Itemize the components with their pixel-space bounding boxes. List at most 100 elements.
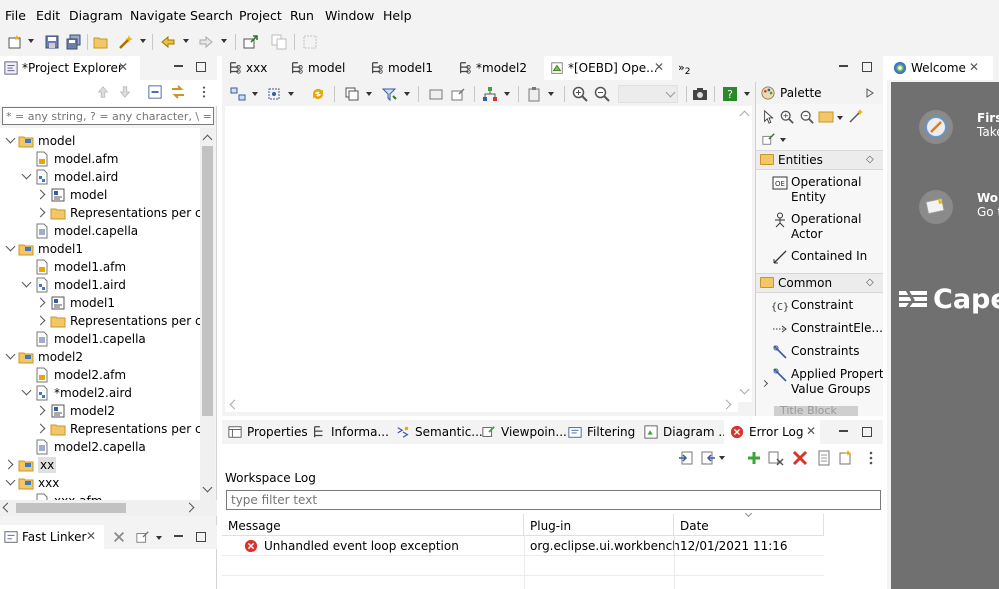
camera-icon[interactable] xyxy=(692,86,708,102)
dropdown-icon[interactable] xyxy=(404,92,410,96)
bottom-tab[interactable]: Error Log ✕ xyxy=(724,420,820,444)
link-with-editor-icon[interactable] xyxy=(170,84,186,100)
dropdown-icon[interactable] xyxy=(504,92,510,96)
close-icon[interactable]: ✕ xyxy=(86,530,98,542)
tree-scroll-thumb[interactable] xyxy=(202,146,213,416)
editor-tab[interactable]: model1 xyxy=(364,56,452,80)
dropdown-icon[interactable] xyxy=(744,92,750,96)
tree-item[interactable]: xxx xyxy=(0,474,200,492)
pin-dropdown-icon[interactable] xyxy=(780,138,786,142)
note-dropdown-icon[interactable] xyxy=(837,116,843,120)
tree-item[interactable]: Representations per cate xyxy=(0,312,200,330)
clear-icon[interactable] xyxy=(112,530,126,544)
minimize-icon[interactable] xyxy=(839,430,848,432)
bottom-tab[interactable]: Semantic... xyxy=(390,420,483,444)
minimize-icon[interactable] xyxy=(839,65,848,67)
tab-project-explorer[interactable]: *Project Explorer ✕ xyxy=(0,56,140,80)
tab-welcome[interactable]: Welcome ✕ xyxy=(887,56,993,80)
menu-project[interactable]: Project xyxy=(239,8,282,24)
scroll-down-icon[interactable] xyxy=(202,482,213,493)
view-menu-icon[interactable] xyxy=(200,85,208,99)
chevron-down-icon[interactable] xyxy=(5,133,16,144)
palette-tool-item[interactable]: Contained In xyxy=(756,247,883,267)
tree-item[interactable]: model.aird xyxy=(0,168,200,186)
menu-search[interactable]: Search xyxy=(190,8,233,24)
tree-item[interactable]: Representations per cate xyxy=(0,204,200,222)
zoom-out-tool-icon[interactable] xyxy=(800,110,814,124)
bottom-tab[interactable]: Properties xyxy=(222,420,308,444)
arrow-up-icon[interactable] xyxy=(96,85,110,99)
pin-element-icon[interactable] xyxy=(450,86,466,102)
tree-layout-icon[interactable] xyxy=(482,86,498,102)
chevron-right-icon[interactable] xyxy=(35,207,46,218)
dropdown-icon[interactable] xyxy=(548,92,554,96)
arrow-down-icon[interactable] xyxy=(118,85,132,99)
layer-icon[interactable] xyxy=(344,86,360,102)
back-dropdown-icon[interactable] xyxy=(183,39,189,43)
link-note-tool-icon[interactable] xyxy=(848,108,864,124)
pin-tool-icon[interactable] xyxy=(762,132,776,146)
scroll-left-icon[interactable] xyxy=(2,502,13,513)
note-tool-icon[interactable] xyxy=(818,110,834,124)
palette-tool-item[interactable]: Constraints xyxy=(756,342,883,362)
hide-icon[interactable] xyxy=(428,86,444,102)
zoom-out-icon[interactable] xyxy=(594,86,610,102)
tree-item[interactable]: xx xyxy=(0,456,200,474)
column-header[interactable]: Date xyxy=(674,509,824,536)
import-log-icon[interactable] xyxy=(700,450,716,466)
project-filter-input[interactable] xyxy=(2,107,214,125)
scroll-left-icon[interactable] xyxy=(229,399,240,410)
open-folder-icon[interactable] xyxy=(93,34,109,50)
add-icon[interactable] xyxy=(746,450,762,466)
scroll-right-icon[interactable] xyxy=(184,502,195,513)
tab-fast-linker[interactable]: Fast Linker ✕ xyxy=(0,525,104,549)
tree-item[interactable]: model1.aird xyxy=(0,276,200,294)
tree-item[interactable]: *model2.aird xyxy=(0,384,200,402)
collapse-all-icon[interactable] xyxy=(148,85,162,99)
zoom-combo[interactable] xyxy=(618,85,678,103)
palette-tool-item[interactable]: OE Operational Entity xyxy=(756,173,883,209)
view-menu-icon[interactable] xyxy=(867,450,875,466)
editor-tabs-overflow[interactable]: »2 xyxy=(678,60,690,80)
palette-tool-item[interactable]: Operational Actor xyxy=(756,210,883,246)
dropdown-icon[interactable] xyxy=(252,92,258,96)
tree-item[interactable]: model1.capella xyxy=(0,330,200,348)
minimize-icon[interactable] xyxy=(174,65,183,67)
zoom-in-icon[interactable] xyxy=(572,86,588,102)
canvas-horizontal-scrollbar[interactable] xyxy=(225,398,738,412)
delete-log-icon[interactable] xyxy=(768,450,784,466)
forward-arrow-icon[interactable] xyxy=(198,34,214,50)
scroll-down-icon[interactable] xyxy=(739,384,750,395)
tree-item[interactable]: model2 xyxy=(0,348,200,366)
select-tool-icon[interactable] xyxy=(762,110,776,124)
export-icon[interactable] xyxy=(243,34,259,50)
import-dropdown-icon[interactable] xyxy=(719,456,725,460)
bottom-tab[interactable]: Filtering xyxy=(562,420,638,444)
chevron-right-icon[interactable] xyxy=(35,189,46,200)
palette-drawer-common[interactable]: Common ◇ xyxy=(756,273,883,293)
chevron-right-icon[interactable] xyxy=(35,297,46,308)
tree-hscroll-thumb[interactable] xyxy=(16,503,126,513)
tree-item[interactable]: xxx.afm xyxy=(0,492,200,500)
tree-horizontal-scrollbar[interactable] xyxy=(0,500,217,516)
tree-item[interactable]: model xyxy=(0,132,200,150)
menu-run[interactable]: Run xyxy=(290,8,314,24)
chevron-right-icon[interactable] xyxy=(35,405,46,416)
bottom-tab[interactable]: Diagram ... xyxy=(638,420,730,444)
scroll-up-icon[interactable] xyxy=(202,134,213,145)
filter-icon[interactable] xyxy=(382,86,398,102)
welcome-item1-circle[interactable] xyxy=(919,110,953,144)
table-row[interactable]: Unhandled event loop exception org.eclips… xyxy=(222,536,824,556)
tree-item[interactable]: model2.afm xyxy=(0,366,200,384)
close-icon[interactable]: ✕ xyxy=(654,61,666,73)
dropdown-icon[interactable] xyxy=(288,92,294,96)
editor-tab[interactable]: *model2 xyxy=(452,56,544,80)
menu-navigate[interactable]: Navigate xyxy=(130,8,186,24)
palette-tool-item[interactable]: {C}Constraint xyxy=(756,296,883,316)
menu-file[interactable]: File xyxy=(5,8,26,24)
menu-window[interactable]: Window xyxy=(325,8,374,24)
chevron-down-icon[interactable] xyxy=(21,277,32,288)
column-header[interactable]: Plug-in xyxy=(524,514,674,536)
scroll-right-icon[interactable] xyxy=(721,399,732,410)
clear-log-icon[interactable] xyxy=(792,450,808,466)
